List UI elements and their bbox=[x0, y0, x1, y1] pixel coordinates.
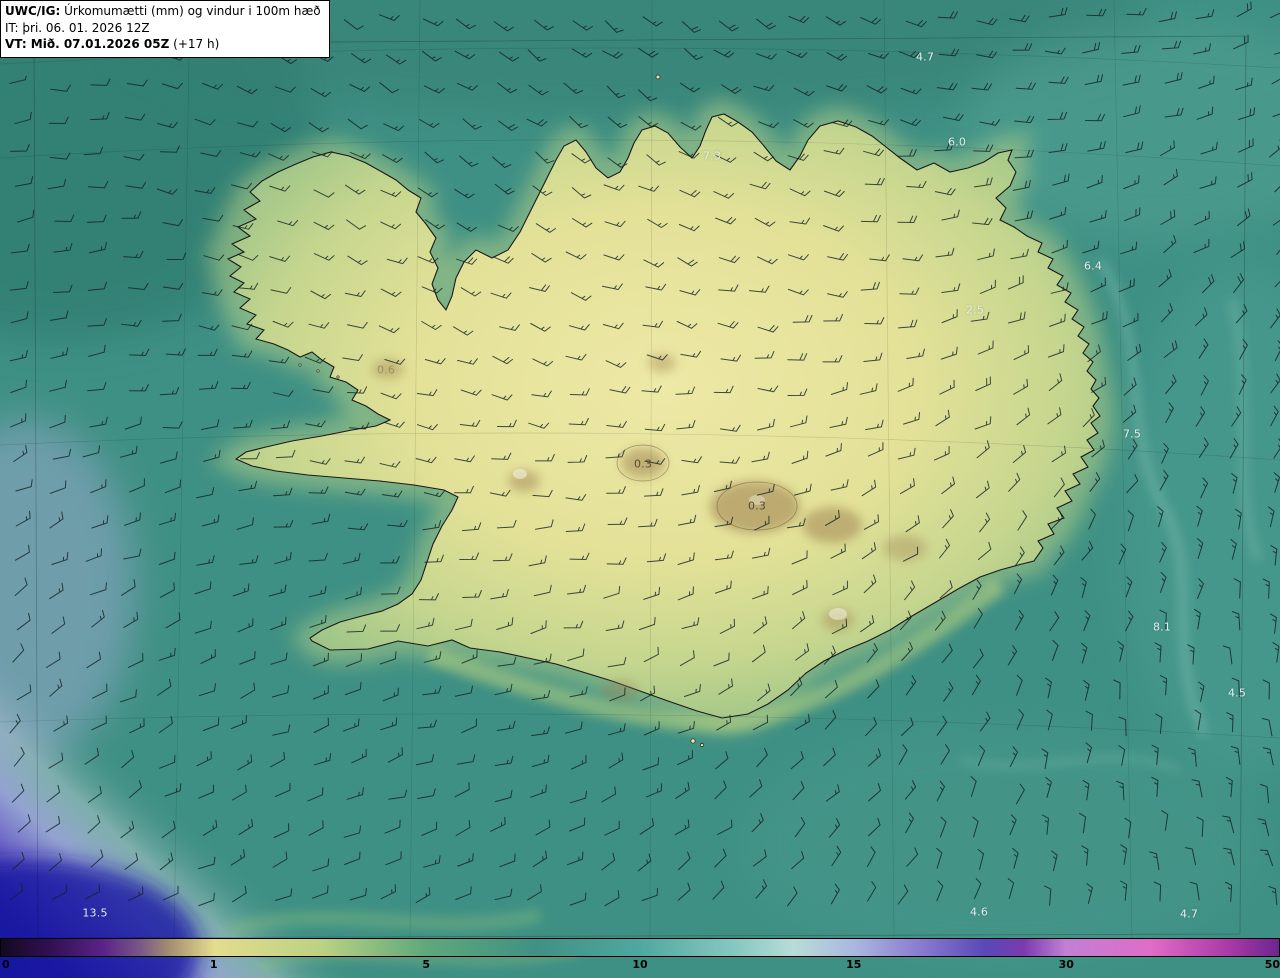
weather-map-canvas: 4.7 7.3 6.0 6.4 2.5 7.5 8.1 4.5 13.5 4.6 4.7 0.3 0.3… bbox=[0, 0, 1280, 978]
model-name: UWC/IG: bbox=[5, 4, 61, 18]
valid-time-main: VT: Mið. 07.01.2026 05Z bbox=[5, 37, 170, 52]
colorbar-tick-label: 0 bbox=[2, 958, 10, 971]
init-time: IT: þri. 06. 01. 2026 12Z bbox=[5, 20, 150, 35]
precip-colorbar: 0 1 5 10 15 30 50 bbox=[0, 938, 1280, 978]
island-dot bbox=[298, 363, 302, 367]
colorbar-tick-label: 5 bbox=[422, 958, 431, 971]
valid-time-offset: (+17 h) bbox=[169, 37, 220, 52]
colorbar-gradient-strip bbox=[0, 938, 1280, 957]
colorbar-tick-label: 50 bbox=[1264, 958, 1280, 971]
product-title: UWC/IG: Úrkomumætti (mm) og vindur i 100… bbox=[5, 3, 321, 20]
island-dot bbox=[316, 369, 320, 373]
colorbar-tick-label: 15 bbox=[846, 958, 862, 971]
colorbar-tick-label: 1 bbox=[209, 958, 218, 971]
precip-wind-field bbox=[0, 0, 1280, 978]
island-dot bbox=[336, 375, 340, 379]
valid-time: VT: Mið. 07.01.2026 05Z (+17 h) bbox=[5, 36, 321, 53]
island-dot bbox=[700, 743, 704, 747]
island-dot bbox=[690, 738, 696, 744]
product-name: Úrkomumætti (mm) og vindur i 100m hæð bbox=[60, 4, 321, 18]
island-dot bbox=[655, 74, 661, 80]
colorbar-tick-label: 10 bbox=[632, 958, 648, 971]
colorbar-tick-row: 0 1 5 10 15 30 50 bbox=[0, 958, 1280, 976]
title-box: UWC/IG: Úrkomumætti (mm) og vindur i 100… bbox=[0, 0, 330, 58]
colorbar-tick-label: 30 bbox=[1058, 958, 1074, 971]
